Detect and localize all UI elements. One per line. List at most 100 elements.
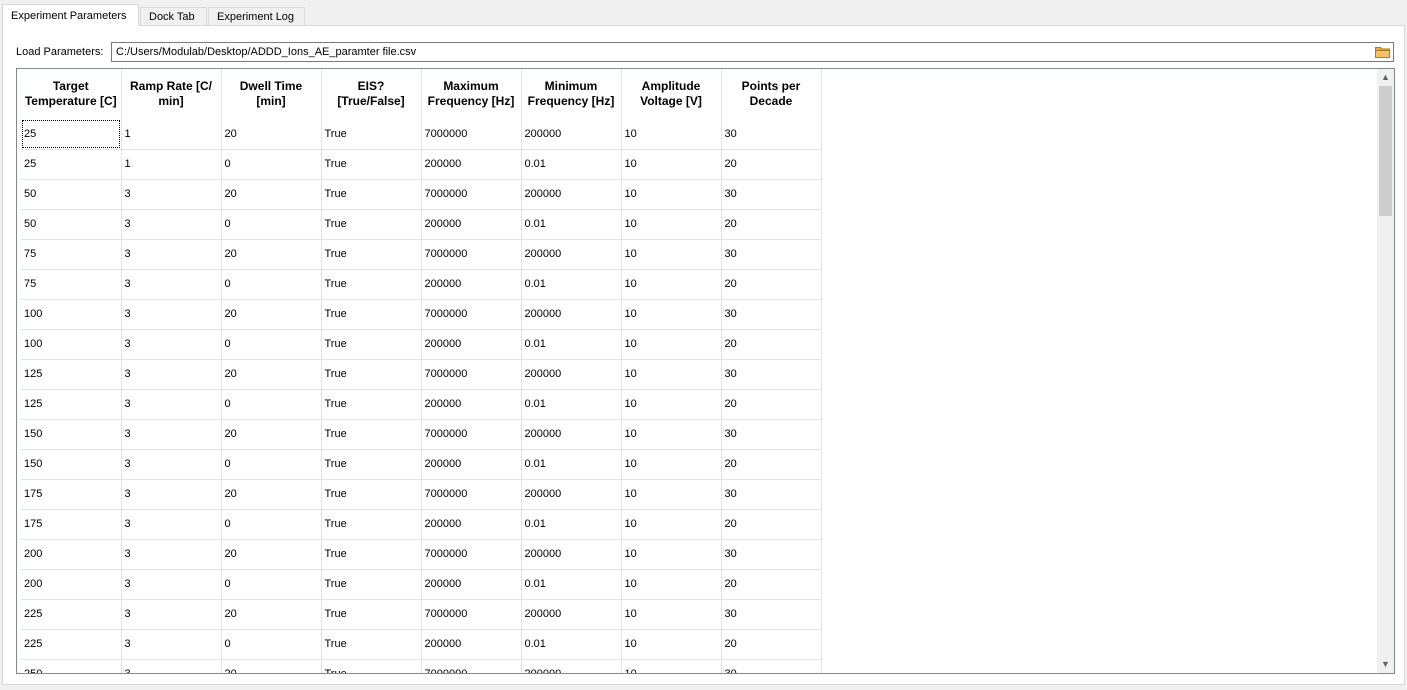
table-cell[interactable]: 20 [721, 449, 822, 480]
table-cell[interactable]: 0 [221, 209, 322, 240]
table-cell[interactable]: 20 [721, 149, 822, 180]
table-cell[interactable]: True [321, 629, 422, 660]
table-cell[interactable]: 10 [621, 389, 722, 420]
table-cell[interactable]: 200000 [421, 209, 522, 240]
table-cell[interactable]: 3 [121, 569, 222, 600]
table-cell[interactable]: 200000 [521, 359, 622, 390]
table-cell[interactable]: 200000 [421, 329, 522, 360]
table-cell[interactable]: True [321, 569, 422, 600]
table-cell[interactable]: 20 [721, 569, 822, 600]
table-cell[interactable]: 10 [621, 629, 722, 660]
table-cell[interactable]: 200 [21, 569, 122, 600]
table-cell[interactable]: 20 [221, 119, 322, 150]
table-cell[interactable]: 20 [221, 239, 322, 270]
table-cell[interactable]: 1 [121, 149, 222, 180]
table-cell[interactable]: 30 [721, 479, 822, 510]
table-cell[interactable]: 10 [621, 149, 722, 180]
table-cell[interactable]: 75 [21, 269, 122, 300]
table-cell[interactable]: 3 [121, 449, 222, 480]
table-cell[interactable]: 0.01 [521, 149, 622, 180]
table-cell[interactable]: 50 [21, 179, 122, 210]
table-cell[interactable]: 200000 [421, 149, 522, 180]
table-cell[interactable]: 250 [21, 659, 122, 673]
table-cell[interactable]: 3 [121, 179, 222, 210]
table-cell[interactable]: 225 [21, 629, 122, 660]
table-cell[interactable]: 7000000 [421, 659, 522, 673]
table-cell[interactable]: 100 [21, 299, 122, 330]
table-cell[interactable]: 3 [121, 599, 222, 630]
table-cell[interactable]: 30 [721, 539, 822, 570]
table-cell[interactable]: True [321, 239, 422, 270]
table-cell[interactable]: 150 [21, 419, 122, 450]
table-cell[interactable]: 7000000 [421, 359, 522, 390]
table-cell[interactable]: 200000 [521, 119, 622, 150]
table-cell[interactable]: 175 [21, 479, 122, 510]
table-cell[interactable]: True [321, 389, 422, 420]
table-cell[interactable]: 100 [21, 329, 122, 360]
table-cell[interactable]: 20 [221, 359, 322, 390]
table-cell[interactable]: 30 [721, 659, 822, 673]
table-cell[interactable]: 20 [721, 269, 822, 300]
table-cell[interactable]: 30 [721, 119, 822, 150]
table-cell[interactable]: 3 [121, 629, 222, 660]
table-cell[interactable]: 7000000 [421, 419, 522, 450]
table-cell[interactable]: 20 [721, 389, 822, 420]
table-cell[interactable]: 0 [221, 629, 322, 660]
table-cell[interactable]: 200000 [421, 509, 522, 540]
table-cell[interactable]: 7000000 [421, 599, 522, 630]
table-cell[interactable]: 125 [21, 389, 122, 420]
table-cell[interactable]: 10 [621, 569, 722, 600]
table-cell[interactable]: 10 [621, 209, 722, 240]
table-cell[interactable]: 10 [621, 329, 722, 360]
table-cell[interactable]: 0.01 [521, 389, 622, 420]
table-cell[interactable]: 200000 [521, 539, 622, 570]
table-cell[interactable]: 10 [621, 539, 722, 570]
table-cell[interactable]: 3 [121, 509, 222, 540]
table-cell[interactable]: 30 [721, 299, 822, 330]
table-cell[interactable]: True [321, 479, 422, 510]
column-header[interactable]: Minimum Frequency [Hz] [521, 69, 622, 119]
table-cell[interactable]: 7000000 [421, 119, 522, 150]
table-cell[interactable]: 10 [621, 449, 722, 480]
scroll-up-icon[interactable]: ▲ [1377, 69, 1394, 86]
table-cell[interactable]: 200000 [521, 479, 622, 510]
table-cell[interactable]: True [321, 449, 422, 480]
table-cell[interactable]: 10 [621, 509, 722, 540]
table-cell[interactable]: 0.01 [521, 269, 622, 300]
table-cell[interactable]: 20 [721, 629, 822, 660]
table-cell[interactable]: 0 [221, 329, 322, 360]
table-cell[interactable]: 0.01 [521, 329, 622, 360]
table-cell[interactable]: 200000 [421, 569, 522, 600]
folder-icon[interactable] [1375, 45, 1390, 58]
table-cell[interactable]: 200000 [521, 419, 622, 450]
table-cell[interactable]: 20 [221, 419, 322, 450]
table-cell[interactable]: 200000 [521, 599, 622, 630]
table-cell[interactable]: 7000000 [421, 539, 522, 570]
table-cell[interactable]: 25 [21, 119, 122, 150]
table-cell[interactable]: 175 [21, 509, 122, 540]
table-cell[interactable]: 200000 [421, 389, 522, 420]
table-cell[interactable]: 30 [721, 359, 822, 390]
tab-experiment-log[interactable]: Experiment Log [208, 7, 305, 25]
table-cell[interactable]: 30 [721, 419, 822, 450]
column-header[interactable]: Target Temperature [C] [21, 69, 122, 119]
table-cell[interactable]: 3 [121, 209, 222, 240]
table-cell[interactable]: True [321, 509, 422, 540]
table-cell[interactable]: True [321, 269, 422, 300]
scrollbar-thumb[interactable] [1379, 86, 1392, 216]
column-header[interactable]: EIS? [True/False] [321, 69, 422, 119]
table-cell[interactable]: 30 [721, 239, 822, 270]
table-cell[interactable]: True [321, 539, 422, 570]
table-cell[interactable]: True [321, 419, 422, 450]
table-cell[interactable]: 0 [221, 569, 322, 600]
table-cell[interactable]: 150 [21, 449, 122, 480]
table-cell[interactable]: True [321, 119, 422, 150]
column-header[interactable]: Amplitude Voltage [V] [621, 69, 722, 119]
table-cell[interactable]: 10 [621, 179, 722, 210]
table-cell[interactable]: True [321, 359, 422, 390]
table-cell[interactable]: 20 [221, 299, 322, 330]
table-cell[interactable]: 20 [721, 329, 822, 360]
table-cell[interactable]: 3 [121, 329, 222, 360]
table-cell[interactable]: 200000 [421, 629, 522, 660]
table-cell[interactable]: 3 [121, 389, 222, 420]
